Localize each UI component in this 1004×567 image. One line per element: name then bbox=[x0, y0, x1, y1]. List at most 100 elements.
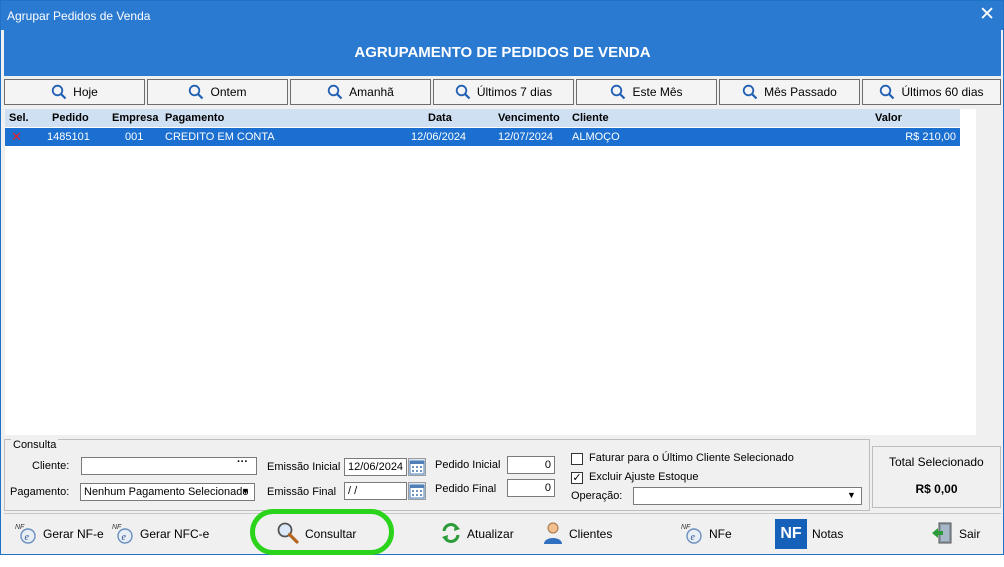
nfe-label: NFe bbox=[709, 527, 732, 541]
exit-door-icon bbox=[930, 521, 954, 548]
column-header-data[interactable]: Data bbox=[428, 112, 452, 124]
table-row[interactable]: ✕ 1485101 001 CREDITO EM CONTA 12/06/202… bbox=[5, 128, 960, 146]
check-icon: ✓ bbox=[572, 472, 582, 484]
pagamento-select[interactable]: Nenhum Pagamento Selecionado bbox=[80, 483, 255, 501]
bottom-toolbar: NF e Gerar NF-e NF e Gerar NFC-e Consultar… bbox=[4, 513, 1001, 553]
search-icon bbox=[188, 84, 204, 100]
filter-ontem-button[interactable]: Ontem bbox=[147, 79, 288, 105]
column-header-sel[interactable]: Sel. bbox=[9, 112, 29, 124]
gerar-nfe-button[interactable]: NF e Gerar NF-e bbox=[14, 519, 104, 549]
search-icon bbox=[327, 84, 343, 100]
main-window: Agrupar Pedidos de Venda ✕ AGRUPAMENTO D… bbox=[0, 0, 1004, 555]
page-banner: AGRUPAMENTO DE PEDIDOS DE VENDA bbox=[4, 30, 1001, 76]
cliente-lookup-button[interactable]: ··· bbox=[237, 456, 248, 468]
grid-scrollbar[interactable] bbox=[960, 109, 976, 435]
cell-pedido: 1485101 bbox=[47, 131, 90, 143]
nfe-icon: NF e bbox=[680, 521, 704, 548]
clientes-label: Clientes bbox=[569, 527, 613, 541]
total-label: Total Selecionado bbox=[887, 455, 986, 469]
pagamento-label: Pagamento: bbox=[10, 486, 70, 498]
consulta-legend: Consulta bbox=[11, 439, 59, 451]
calendar-icon[interactable] bbox=[408, 482, 426, 500]
filter-label: Este Mês bbox=[632, 85, 683, 99]
nfe-icon: NF e bbox=[14, 521, 38, 548]
cliente-label: Cliente: bbox=[32, 460, 70, 472]
search-icon bbox=[610, 84, 626, 100]
svg-text:e: e bbox=[25, 532, 30, 543]
atualizar-label: Atualizar bbox=[467, 527, 514, 541]
filter-ultimos-60-dias-button[interactable]: Últimos 60 dias bbox=[862, 79, 1001, 105]
column-header-empresa[interactable]: Empresa bbox=[112, 112, 158, 124]
sair-button[interactable]: Sair bbox=[930, 519, 980, 549]
column-header-vencimento[interactable]: Vencimento bbox=[498, 112, 560, 124]
operacao-select[interactable] bbox=[633, 487, 862, 505]
nf-badge-icon: NF bbox=[775, 519, 807, 549]
filter-hoje-button[interactable]: Hoje bbox=[4, 79, 145, 105]
nfe-button[interactable]: NF e NFe bbox=[680, 519, 732, 549]
gerar-nfce-label: Gerar NFC-e bbox=[140, 527, 210, 541]
orders-grid[interactable]: Sel. Pedido Empresa Pagamento Data Venci… bbox=[5, 109, 976, 435]
cell-valor: R$ 210,00 bbox=[905, 131, 956, 143]
chevron-down-icon[interactable]: ▼ bbox=[241, 486, 250, 496]
filter-label: Hoje bbox=[73, 85, 98, 99]
window-title: Agrupar Pedidos de Venda bbox=[7, 9, 151, 23]
filter-label: Amanhã bbox=[349, 85, 394, 99]
search-icon bbox=[51, 84, 67, 100]
filter-mes-passado-button[interactable]: Mês Passado bbox=[719, 79, 860, 105]
cell-pagamento: CREDITO EM CONTA bbox=[165, 131, 275, 143]
gerar-nfe-label: Gerar NF-e bbox=[43, 527, 104, 541]
cell-cliente: ALMOÇO bbox=[572, 131, 620, 143]
excluir-ajuste-label: Excluir Ajuste Estoque bbox=[589, 471, 699, 483]
cell-data: 12/06/2024 bbox=[411, 131, 467, 143]
refresh-icon bbox=[440, 522, 462, 547]
sair-label: Sair bbox=[959, 527, 981, 541]
filter-label: Mês Passado bbox=[764, 85, 837, 99]
title-bar: Agrupar Pedidos de Venda ✕ bbox=[1, 1, 1003, 30]
pedido-final-input[interactable]: 0 bbox=[507, 479, 555, 497]
column-header-pedido[interactable]: Pedido bbox=[52, 112, 89, 124]
filter-label: Últimos 60 dias bbox=[901, 85, 984, 99]
pagamento-value: Nenhum Pagamento Selecionado bbox=[84, 486, 249, 498]
excluir-ajuste-checkbox[interactable]: ✓ bbox=[571, 472, 583, 484]
cell-vencimento: 12/07/2024 bbox=[498, 131, 554, 143]
emissao-final-label: Emissão Final bbox=[267, 486, 337, 498]
pedido-final-label: Pedido Final bbox=[435, 483, 497, 495]
emissao-inicial-input[interactable]: 12/06/2024 bbox=[344, 458, 407, 476]
cliente-input[interactable] bbox=[81, 457, 257, 475]
consulta-group: Consulta Cliente: ··· Pagamento: Nenhum … bbox=[4, 439, 870, 511]
total-selecionado-box: Total Selecionado R$ 0,00 bbox=[872, 446, 1001, 508]
calendar-icon[interactable] bbox=[408, 458, 426, 476]
atualizar-button[interactable]: Atualizar bbox=[440, 519, 514, 549]
search-icon bbox=[742, 84, 758, 100]
notas-label: Notas bbox=[812, 527, 844, 541]
clientes-button[interactable]: Clientes bbox=[542, 519, 612, 549]
pedido-inicial-label: Pedido Inicial bbox=[435, 459, 501, 471]
operacao-label: Operação: bbox=[571, 490, 623, 502]
delete-mark-icon[interactable]: ✕ bbox=[11, 129, 22, 145]
column-header-pagamento[interactable]: Pagamento bbox=[165, 112, 224, 124]
filter-este-mes-button[interactable]: Este Mês bbox=[576, 79, 717, 105]
grid-header: Sel. Pedido Empresa Pagamento Data Venci… bbox=[5, 109, 960, 127]
column-header-cliente[interactable]: Cliente bbox=[572, 112, 609, 124]
cell-empresa: 001 bbox=[125, 131, 144, 143]
highlight-ring bbox=[250, 509, 394, 555]
emissao-final-input[interactable]: / / bbox=[344, 482, 407, 500]
nfe-icon: NF e bbox=[111, 521, 135, 548]
user-icon bbox=[542, 521, 564, 548]
total-value: R$ 0,00 bbox=[915, 482, 958, 496]
filter-ultimos-7-dias-button[interactable]: Últimos 7 dias bbox=[433, 79, 574, 105]
search-icon bbox=[879, 84, 895, 100]
faturar-label: Faturar para o Último Cliente Selecionad… bbox=[589, 452, 794, 464]
pedido-inicial-input[interactable]: 0 bbox=[507, 456, 555, 474]
faturar-checkbox[interactable] bbox=[571, 453, 583, 465]
filter-amanha-button[interactable]: Amanhã bbox=[290, 79, 431, 105]
filter-label: Últimos 7 dias bbox=[476, 85, 553, 99]
svg-text:e: e bbox=[122, 532, 127, 543]
close-icon[interactable]: ✕ bbox=[979, 4, 995, 26]
filter-label: Ontem bbox=[210, 85, 247, 99]
notas-button[interactable]: NF Notas bbox=[775, 519, 843, 549]
chevron-down-icon[interactable]: ▼ bbox=[847, 490, 856, 500]
emissao-inicial-label: Emissão Inicial bbox=[267, 461, 341, 473]
gerar-nfce-button[interactable]: NF e Gerar NFC-e bbox=[111, 519, 209, 549]
column-header-valor[interactable]: Valor bbox=[875, 112, 902, 124]
